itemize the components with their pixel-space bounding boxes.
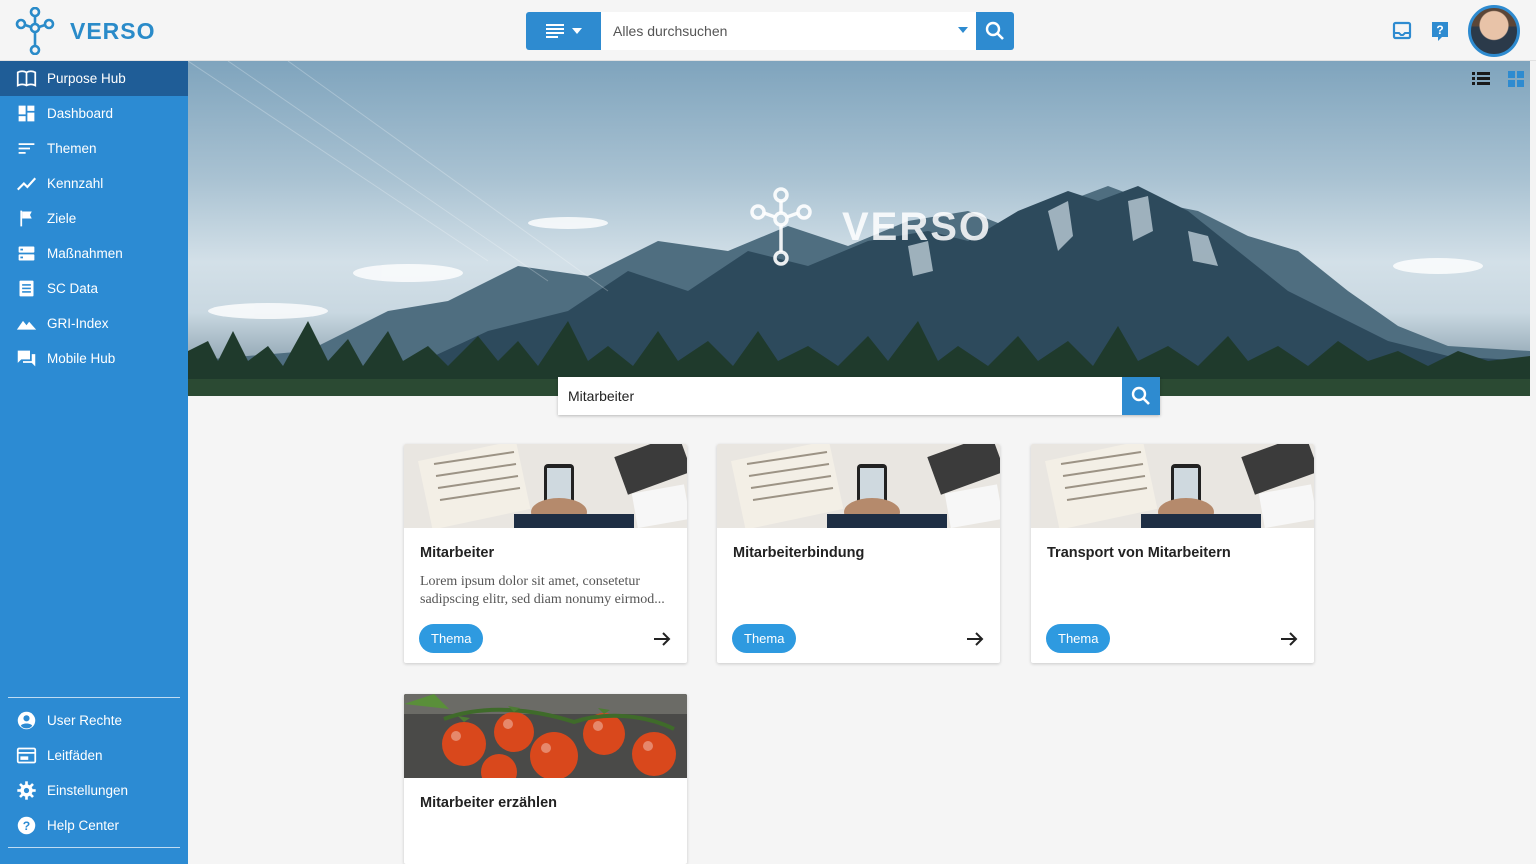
- sidebar-item-user-rechte[interactable]: User Rechte: [0, 703, 188, 738]
- sidebar-item-label: Help Center: [47, 818, 120, 833]
- sidebar-item-label: Dashboard: [47, 106, 114, 121]
- sidebar-item-label: Ziele: [47, 211, 77, 226]
- list-icon: [545, 24, 564, 38]
- sidebar-item-label: Purpose Hub: [47, 71, 126, 86]
- grid-view-icon[interactable]: [1508, 71, 1524, 87]
- sidebar-item-mobile-hub[interactable]: Mobile Hub: [0, 341, 188, 376]
- hero-search-button[interactable]: [1122, 377, 1160, 415]
- sidebar-item-label: User Rechte: [47, 713, 123, 728]
- hero-search-input[interactable]: [558, 377, 1122, 415]
- global-search-input[interactable]: [601, 12, 976, 50]
- list-document-icon: [19, 280, 34, 297]
- sidebar-item-label: GRI-Index: [47, 316, 109, 331]
- global-search: [526, 12, 1014, 50]
- svg-text:?: ?: [1436, 23, 1443, 37]
- sidebar-item-kennzahl[interactable]: Kennzahl: [0, 166, 188, 201]
- card-footer: Thema: [732, 624, 984, 653]
- sidebar-item-sc-data[interactable]: SC Data: [0, 271, 188, 306]
- card-title: Mitarbeiter: [420, 545, 495, 561]
- svg-text:?: ?: [23, 819, 30, 833]
- help-icon[interactable]: ?: [1430, 20, 1450, 42]
- sidebar-item-leitfaeden[interactable]: Leitfäden: [0, 738, 188, 773]
- sidebar-item-dashboard[interactable]: Dashboard: [0, 96, 188, 131]
- sidebar-item-label: Einstellungen: [47, 783, 129, 798]
- sidebar-divider: [8, 697, 180, 698]
- flag-icon: [20, 210, 32, 227]
- search-filter-button[interactable]: [526, 12, 601, 50]
- sidebar-item-einstellungen[interactable]: Einstellungen: [0, 773, 188, 808]
- storage-icon: [18, 246, 35, 261]
- dashboard-icon: [18, 105, 35, 122]
- help-circle-icon: ?: [17, 816, 36, 835]
- inbox-icon[interactable]: [1392, 21, 1412, 41]
- global-search-button[interactable]: [976, 12, 1014, 50]
- topic-card[interactable]: Transport von Mitarbeitern Thema: [1031, 444, 1314, 663]
- sidebar-item-label: SC Data: [47, 281, 99, 296]
- business-desk-image: [717, 444, 1000, 528]
- sort-lines-icon: [18, 143, 35, 154]
- sidebar-item-label: Kennzahl: [47, 176, 104, 191]
- verso-logo-icon: [15, 7, 55, 55]
- sidebar-item-ziele[interactable]: Ziele: [0, 201, 188, 236]
- sidebar-item-help-center[interactable]: ? Help Center: [0, 808, 188, 843]
- thema-tag[interactable]: Thema: [732, 624, 797, 653]
- search-dropdown-caret-icon[interactable]: [958, 27, 968, 33]
- card-description: Lorem ipsum dolor sit amet, consetetur s…: [420, 574, 665, 607]
- hero-banner: VERSO: [188, 61, 1530, 396]
- web-panel-icon: [16, 747, 37, 764]
- sidebar-item-purpose-hub[interactable]: Purpose Hub: [0, 61, 188, 96]
- book-open-icon: [16, 70, 37, 87]
- hero-logo: VERSO: [748, 187, 992, 267]
- sidebar-item-label: Maßnahmen: [47, 246, 123, 261]
- card-title: Mitarbeiterbindung: [733, 545, 865, 561]
- card-footer: Thema: [1046, 624, 1298, 653]
- chat-icon: [17, 350, 36, 367]
- app-logo[interactable]: VERSO: [14, 6, 156, 56]
- verso-logo-icon: [750, 187, 812, 266]
- search-icon: [1131, 386, 1150, 405]
- list-view-icon[interactable]: [1472, 71, 1490, 87]
- brand-name: VERSO: [70, 17, 156, 44]
- gear-icon: [17, 781, 36, 800]
- card-description: [717, 561, 1000, 611]
- sidebar-bottom: User Rechte Leitfäden Einstellungen ? He…: [0, 703, 188, 843]
- sidebar-item-themen[interactable]: Themen: [0, 131, 188, 166]
- trend-line-icon: [17, 177, 37, 191]
- user-avatar[interactable]: [1468, 5, 1520, 57]
- thema-tag[interactable]: Thema: [419, 624, 484, 653]
- card-description: [1031, 561, 1314, 611]
- account-circle-icon: [17, 711, 36, 730]
- card-footer: Thema: [419, 624, 671, 653]
- tomatoes-image: [404, 694, 687, 778]
- sidebar: Purpose Hub Dashboard Themen Kennzahl Zi…: [0, 61, 188, 864]
- caret-down-icon: [571, 28, 582, 34]
- top-bar: VERSO ?: [0, 0, 1536, 61]
- sidebar-item-massnahmen[interactable]: Maßnahmen: [0, 236, 188, 271]
- sidebar-item-label: Leitfäden: [47, 748, 103, 763]
- arrow-right-icon[interactable]: [653, 631, 671, 647]
- hero-search: [558, 377, 1160, 415]
- hero-brand-name: VERSO: [842, 204, 993, 249]
- thema-tag[interactable]: Thema: [1046, 624, 1111, 653]
- sidebar-item-label: Themen: [47, 141, 97, 156]
- card-title: Transport von Mitarbeitern: [1047, 545, 1231, 561]
- arrow-right-icon[interactable]: [966, 631, 984, 647]
- search-icon: [985, 21, 1004, 40]
- mountain-icon: [16, 320, 37, 330]
- card-title: Mitarbeiter erzählen: [420, 795, 557, 811]
- arrow-right-icon[interactable]: [1280, 631, 1298, 647]
- topic-card[interactable]: Mitarbeiter Lorem ipsum dolor sit amet, …: [404, 444, 687, 663]
- sidebar-divider: [8, 847, 180, 848]
- main-content: VERSO Mitarbeiter Lorem ipsum dolor sit …: [188, 61, 1530, 864]
- view-toggle: [1472, 71, 1524, 87]
- business-desk-image: [404, 444, 687, 528]
- sidebar-item-label: Mobile Hub: [47, 351, 116, 366]
- topic-card[interactable]: Mitarbeiterbindung Thema: [717, 444, 1000, 663]
- business-desk-image: [1031, 444, 1314, 528]
- topic-card[interactable]: Mitarbeiter erzählen: [404, 694, 687, 864]
- top-actions: ?: [1392, 5, 1520, 57]
- sidebar-item-gri-index[interactable]: GRI-Index: [0, 306, 188, 341]
